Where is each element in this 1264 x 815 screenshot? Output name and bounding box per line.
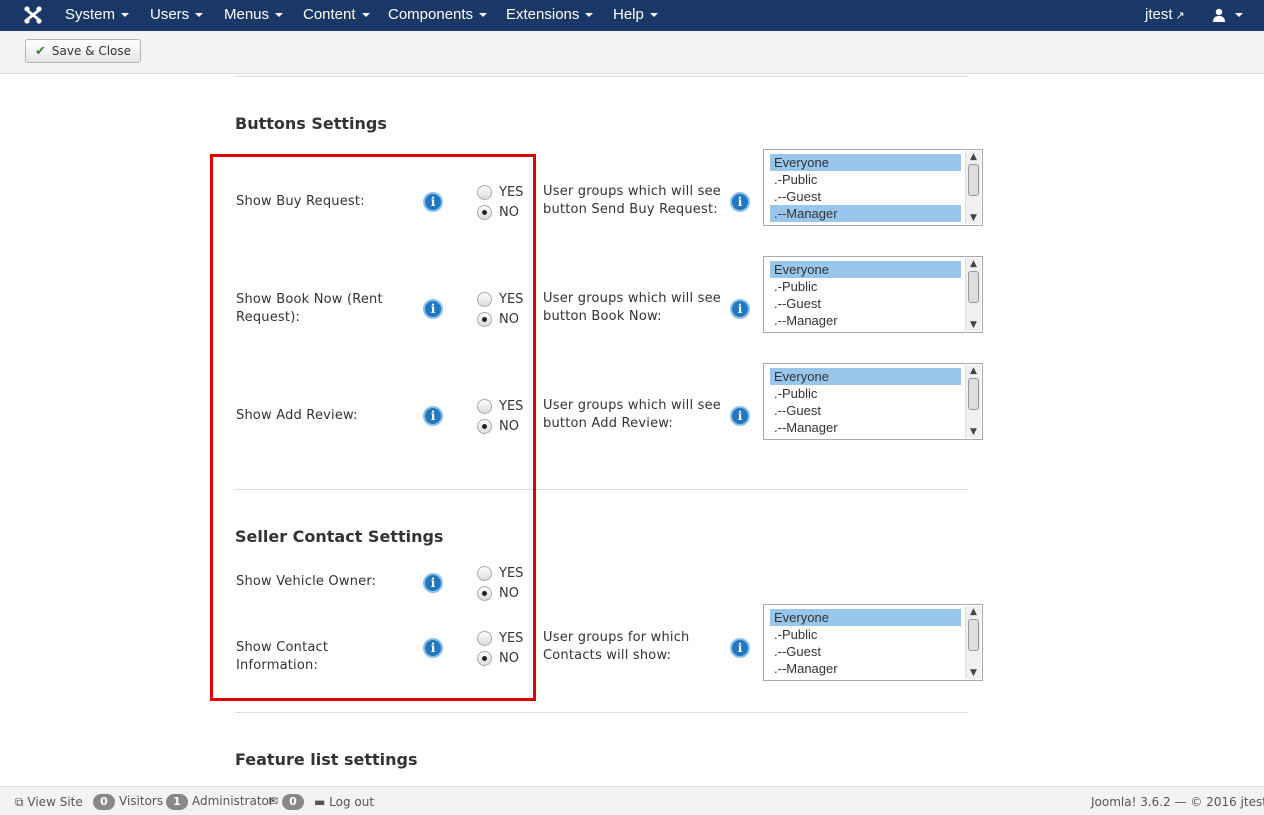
view-site-link[interactable]: ⧉ View Site (15, 795, 83, 810)
list-option[interactable]: .--Guest (770, 188, 961, 205)
divider (235, 76, 968, 77)
divider (235, 712, 968, 713)
menu-system[interactable]: System (65, 6, 130, 23)
groups-listbox-contacts[interactable]: Everyone .-Public .--Guest .--Manager ▲ ▼ (763, 604, 983, 681)
toolbar: ✔ Save & Close (0, 31, 1264, 74)
scrollbar[interactable]: ▲ ▼ (965, 365, 981, 438)
check-icon: ✔ (34, 43, 46, 59)
label-groups-buy-request: User groups which will see button Send B… (543, 184, 721, 217)
list-option[interactable]: .--Manager (770, 312, 961, 329)
scroll-thumb[interactable] (968, 271, 979, 303)
scrollbar[interactable]: ▲ ▼ (965, 258, 981, 331)
scroll-thumb[interactable] (968, 378, 979, 410)
external-link-icon: ⧉ (15, 795, 24, 809)
external-link-icon: ↗ (1175, 10, 1185, 22)
scroll-up-icon[interactable]: ▲ (966, 365, 981, 377)
visitors-status: 0 Visitors (93, 794, 163, 810)
section-title-feature-list: Feature list settings (235, 750, 418, 769)
menu-menus[interactable]: Menus (224, 6, 284, 23)
administrator-status: 1 Administrator (166, 794, 274, 810)
visitors-badge: 0 (93, 794, 115, 810)
info-icon[interactable]: i (730, 638, 750, 658)
scroll-down-icon[interactable]: ▼ (966, 212, 981, 224)
top-navbar: System Users Menus Content Components Ex… (0, 0, 1264, 31)
list-option[interactable]: .--Manager (770, 205, 961, 222)
menu-content[interactable]: Content (303, 6, 370, 23)
list-option[interactable]: .-Public (770, 385, 961, 402)
info-icon[interactable]: i (730, 406, 750, 426)
user-icon (1213, 8, 1225, 22)
label-groups-book-now: User groups which will see button Book N… (543, 291, 721, 324)
status-footer: ⧉ View Site 0 Visitors 1 Administrator ✉ 0… (0, 786, 1264, 815)
version-text: Joomla! 3.6.2 — © 2016 jtest (1091, 795, 1264, 809)
chevron-down-icon (479, 13, 488, 18)
menu-components[interactable]: Components (388, 6, 488, 23)
chevron-down-icon (195, 13, 204, 18)
list-option[interactable]: .--Guest (770, 295, 961, 312)
scroll-thumb[interactable] (968, 619, 979, 651)
save-close-button[interactable]: ✔ Save & Close (25, 39, 141, 63)
user-menu[interactable] (1212, 5, 1243, 23)
scroll-up-icon[interactable]: ▲ (966, 258, 981, 270)
list-option[interactable]: .--Manager (770, 660, 961, 677)
highlight-box (210, 154, 536, 701)
list-option[interactable]: Everyone (770, 368, 961, 385)
label-groups-add-review: User groups which will see button Add Re… (543, 398, 721, 431)
menu-users[interactable]: Users (150, 6, 204, 23)
admin-badge: 1 (166, 794, 188, 810)
list-option[interactable]: .-Public (770, 626, 961, 643)
menu-help[interactable]: Help (613, 6, 658, 23)
list-option[interactable]: Everyone (770, 261, 961, 278)
list-option[interactable]: .--Guest (770, 402, 961, 419)
scroll-thumb[interactable] (968, 164, 979, 196)
list-option[interactable]: Everyone (770, 154, 961, 171)
chevron-down-icon (361, 13, 370, 18)
chevron-down-icon (121, 13, 130, 18)
chevron-down-icon (1235, 12, 1243, 17)
scroll-down-icon[interactable]: ▼ (966, 319, 981, 331)
joomla-logo-icon[interactable] (23, 5, 43, 25)
chevron-down-icon (275, 13, 284, 18)
label-groups-contacts: User groups for which Contacts will show… (543, 630, 690, 663)
scroll-down-icon[interactable]: ▼ (966, 667, 981, 679)
scroll-down-icon[interactable]: ▼ (966, 426, 981, 438)
list-option[interactable]: .-Public (770, 278, 961, 295)
chevron-down-icon (649, 13, 658, 18)
scroll-up-icon[interactable]: ▲ (966, 151, 981, 163)
section-title-buttons: Buttons Settings (235, 114, 387, 133)
scrollbar[interactable]: ▲ ▼ (965, 606, 981, 679)
user-site-link[interactable]: jtest ↗ (1145, 6, 1185, 23)
logout-link[interactable]: ▬ Log out (314, 795, 374, 809)
info-icon[interactable]: i (730, 299, 750, 319)
groups-listbox-buy-request[interactable]: Everyone .-Public .--Guest .--Manager ▲ ▼ (763, 149, 983, 226)
minus-icon: ▬ (314, 795, 326, 809)
envelope-icon: ✉ (268, 794, 279, 808)
list-option[interactable]: .-Public (770, 171, 961, 188)
messages-status[interactable]: ✉ 0 (268, 794, 308, 810)
groups-listbox-add-review[interactable]: Everyone .-Public .--Guest .--Manager ▲ ▼ (763, 363, 983, 440)
list-option[interactable]: Everyone (770, 609, 961, 626)
list-option[interactable]: .--Manager (770, 419, 961, 436)
menu-extensions[interactable]: Extensions (506, 6, 594, 23)
chevron-down-icon (585, 13, 594, 18)
scroll-up-icon[interactable]: ▲ (966, 606, 981, 618)
messages-badge: 0 (281, 794, 304, 810)
info-icon[interactable]: i (730, 192, 750, 212)
groups-listbox-book-now[interactable]: Everyone .-Public .--Guest .--Manager ▲ ▼ (763, 256, 983, 333)
scrollbar[interactable]: ▲ ▼ (965, 151, 981, 224)
list-option[interactable]: .--Guest (770, 643, 961, 660)
